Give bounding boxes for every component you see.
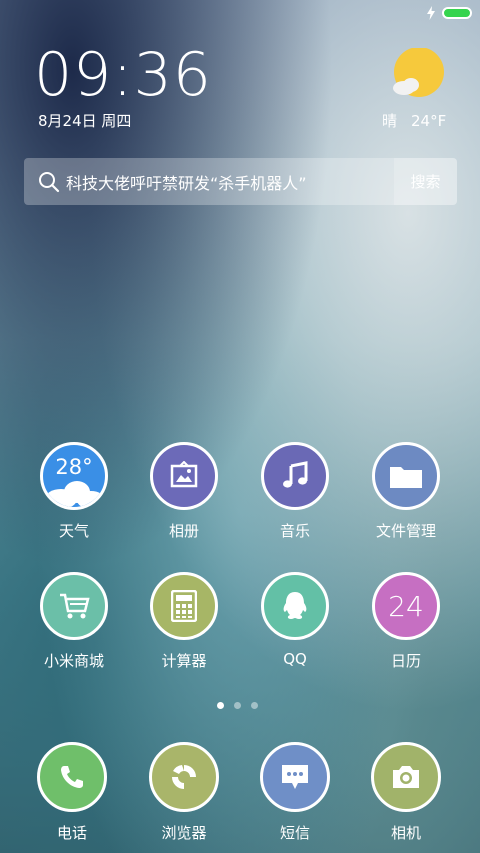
weather-icon: 28° [40, 442, 108, 510]
search-bar[interactable]: 科技大佬呼吁禁研发“杀手机器人” 搜索 [24, 158, 457, 205]
search-input[interactable]: 科技大佬呼吁禁研发“杀手机器人” [66, 170, 394, 194]
calendar-day: 24 [388, 589, 424, 623]
app-weather[interactable]: 28° 天气 [19, 442, 129, 541]
app-label: 电话 [56, 824, 87, 842]
calculator-icon [150, 572, 218, 640]
weather-badge: 28° [55, 455, 92, 479]
app-calendar[interactable]: 24 日历 [351, 572, 461, 671]
search-icon [39, 171, 60, 192]
app-label: 短信 [279, 824, 310, 842]
page-dot[interactable] [251, 702, 258, 709]
search-button[interactable]: 搜索 [394, 158, 457, 205]
cart-icon [40, 572, 108, 640]
page-dot[interactable] [234, 702, 241, 709]
app-mi-store[interactable]: 小米商城 [19, 572, 129, 671]
app-label: 小米商城 [43, 652, 104, 670]
dock-messages[interactable]: 短信 [240, 742, 350, 843]
browser-icon [149, 742, 219, 812]
weather-condition: 晴 [382, 112, 398, 130]
music-icon [261, 442, 329, 510]
app-label: 浏览器 [161, 824, 207, 842]
phone-icon [37, 742, 107, 812]
app-label: 相册 [168, 522, 199, 540]
clock-date: 8月24日 周四 [38, 112, 132, 130]
app-gallery[interactable]: 相册 [129, 442, 239, 541]
sun-cloud-icon[interactable] [392, 48, 444, 100]
weather-info: 晴 24°F [382, 110, 446, 131]
page-indicator[interactable] [217, 702, 258, 709]
app-label: 文件管理 [375, 522, 436, 540]
gallery-icon [150, 442, 218, 510]
app-label: 天气 [58, 522, 89, 540]
status-bar [426, 4, 472, 22]
charging-icon [427, 6, 435, 20]
page-dot[interactable] [217, 702, 224, 709]
app-file-manager[interactable]: 文件管理 [351, 442, 461, 541]
clock-time[interactable]: 09:36 [34, 40, 212, 110]
qq-icon [261, 572, 329, 640]
camera-icon [371, 742, 441, 812]
app-label: QQ [283, 650, 307, 668]
weather-temp: 24°F [411, 112, 447, 130]
app-label: 计算器 [161, 652, 207, 670]
app-label: 音乐 [279, 522, 310, 540]
app-music[interactable]: 音乐 [240, 442, 350, 541]
app-label: 相机 [390, 824, 421, 842]
battery-icon [442, 7, 472, 19]
folder-icon [372, 442, 440, 510]
app-label: 日历 [390, 652, 421, 670]
message-icon [260, 742, 330, 812]
app-calculator[interactable]: 计算器 [129, 572, 239, 671]
dock-phone[interactable]: 电话 [17, 742, 127, 843]
app-qq[interactable]: QQ [240, 572, 350, 668]
calendar-icon: 24 [372, 572, 440, 640]
dock-browser[interactable]: 浏览器 [129, 742, 239, 843]
dock-camera[interactable]: 相机 [351, 742, 461, 843]
